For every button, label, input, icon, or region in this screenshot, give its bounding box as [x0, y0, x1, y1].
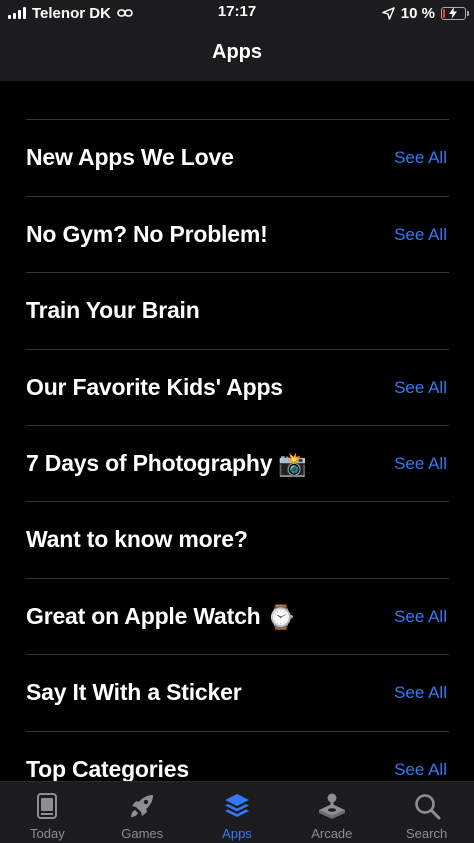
- section-row-sticker[interactable]: Say It With a Sticker See All: [26, 654, 449, 731]
- section-title-group: Great on Apple Watch ⌚: [26, 603, 295, 631]
- section-row-no-gym[interactable]: No Gym? No Problem! See All: [26, 196, 449, 273]
- camera-flash-icon: 📸: [278, 451, 307, 478]
- tab-bar: Today Games Apps Arcade Search: [0, 781, 474, 843]
- joystick-icon: [318, 793, 345, 819]
- section-title-group: 7 Days of Photography 📸: [26, 450, 307, 478]
- section-title: Want to know more?: [26, 526, 248, 552]
- section-title: Train Your Brain: [26, 297, 200, 323]
- tab-search[interactable]: Search: [379, 782, 474, 843]
- see-all-link[interactable]: See All: [394, 225, 447, 245]
- battery-icon: [441, 6, 469, 20]
- section-row-kids-apps[interactable]: Our Favorite Kids' Apps See All: [26, 349, 449, 426]
- tab-today[interactable]: Today: [0, 782, 95, 843]
- section-title: Our Favorite Kids' Apps: [26, 374, 283, 400]
- section-row-apple-watch[interactable]: Great on Apple Watch ⌚ See All: [26, 578, 449, 655]
- see-all-link[interactable]: See All: [394, 683, 447, 703]
- location-arrow-icon: [382, 6, 395, 20]
- see-all-link[interactable]: See All: [394, 607, 447, 627]
- tab-label: Arcade: [311, 826, 353, 841]
- tab-label: Games: [121, 826, 164, 841]
- section-row-know-more[interactable]: Want to know more?: [26, 501, 449, 578]
- see-all-link[interactable]: See All: [394, 760, 447, 780]
- tab-label: Today: [30, 826, 65, 841]
- watch-icon: ⌚: [266, 604, 296, 631]
- section-title: New Apps We Love: [26, 144, 234, 170]
- status-right: 10 %: [382, 3, 469, 23]
- section-title: Great on Apple Watch: [26, 603, 261, 629]
- section-row-new-apps[interactable]: New Apps We Love See All: [26, 119, 449, 196]
- navigation-bar: Apps: [0, 26, 474, 81]
- search-icon: [414, 794, 441, 820]
- see-all-link[interactable]: See All: [394, 148, 447, 168]
- charging-bolt-icon: [449, 6, 457, 19]
- section-row-train-brain[interactable]: Train Your Brain: [26, 272, 449, 349]
- rocket-icon: [131, 795, 154, 817]
- see-all-link[interactable]: See All: [394, 454, 447, 474]
- section-title: No Gym? No Problem!: [26, 221, 268, 247]
- today-icon: [37, 793, 58, 819]
- tab-arcade[interactable]: Arcade: [284, 782, 379, 843]
- see-all-link[interactable]: See All: [394, 378, 447, 398]
- layers-icon: [224, 794, 249, 817]
- status-bar: Telenor DK 17:17 10 %: [0, 0, 474, 26]
- tab-label: Apps: [222, 826, 252, 841]
- section-row-photography[interactable]: 7 Days of Photography 📸 See All: [26, 425, 449, 502]
- battery-percentage: 10 %: [400, 4, 435, 22]
- tab-label: Search: [405, 826, 448, 841]
- section-list[interactable]: New Apps We Love See All No Gym? No Prob…: [0, 81, 474, 781]
- section-title: 7 Days of Photography: [26, 450, 273, 476]
- battery-level-fill: [443, 8, 445, 18]
- section-title: Top Categories: [26, 756, 189, 781]
- section-row-top-categories[interactable]: Top Categories See All: [26, 731, 449, 781]
- battery-tip: [467, 10, 469, 16]
- tab-apps[interactable]: Apps: [190, 782, 285, 843]
- section-title: Say It With a Sticker: [26, 679, 242, 705]
- tab-games[interactable]: Games: [95, 782, 190, 843]
- page-title: Apps: [212, 41, 262, 63]
